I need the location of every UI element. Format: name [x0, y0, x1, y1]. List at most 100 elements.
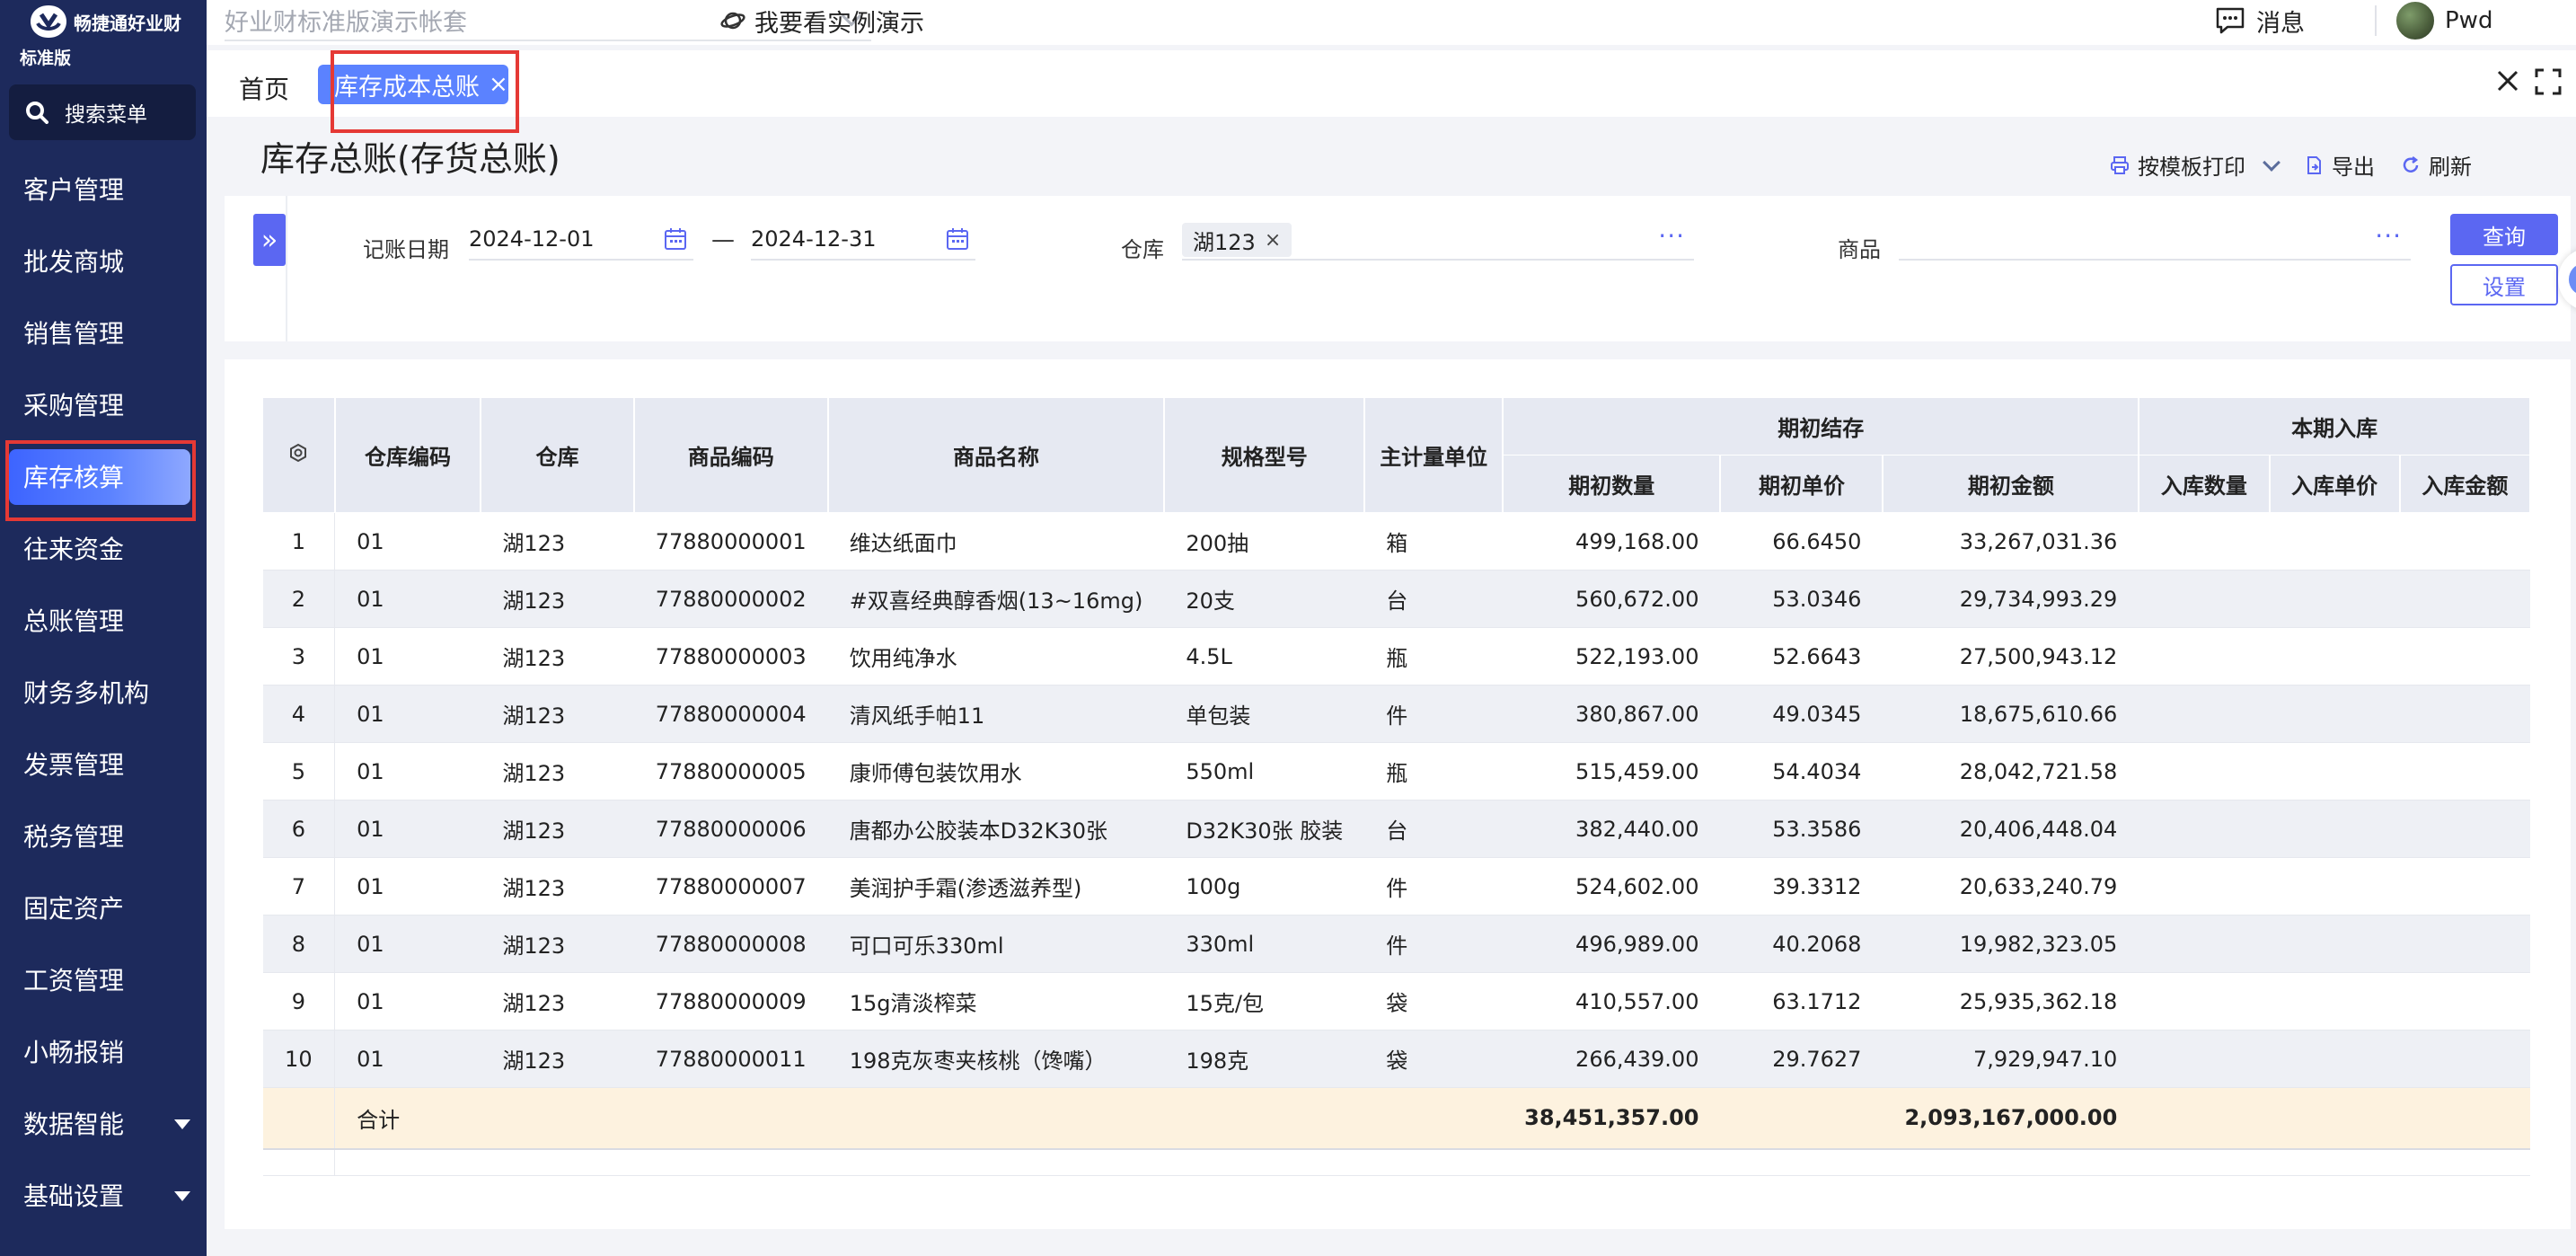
blank-cell	[1503, 1148, 1721, 1176]
search-menu-label: 搜索菜单	[65, 103, 147, 127]
cell-inbound-empty	[2139, 800, 2270, 858]
tab-home[interactable]: 首页	[239, 70, 289, 106]
cell-opening-qty: 499,168.00	[1503, 512, 1721, 571]
date-from-input[interactable]: 2024-12-01	[469, 219, 693, 261]
warehouse-input[interactable]: 湖123 × ···	[1182, 219, 1694, 261]
sidebar-item-invoice[interactable]: 发票管理	[0, 728, 207, 800]
close-icon[interactable]	[2492, 65, 2524, 97]
export-button[interactable]: 导出	[2303, 149, 2375, 181]
sidebar-item-fixed-assets[interactable]: 固定资产	[0, 871, 207, 943]
calendar-icon[interactable]	[945, 226, 970, 252]
header-warehouse[interactable]: 仓库	[480, 397, 635, 513]
sidebar-item-data-intel[interactable]: 数据智能	[0, 1087, 207, 1159]
header-inbound-price[interactable]: 入库单价	[2269, 455, 2401, 513]
header-opening-qty[interactable]: 期初数量	[1502, 455, 1722, 513]
search-menu-button[interactable]: 搜索菜单	[9, 84, 196, 140]
sidebar-item-purchase[interactable]: 采购管理	[0, 368, 207, 440]
sidebar-item-basic-settings[interactable]: 基础设置	[0, 1159, 207, 1231]
cell-opening-price: 66.6450	[1720, 512, 1883, 571]
settings-button[interactable]: 设置	[2450, 264, 2558, 305]
sidebar-item-multi-org[interactable]: 财务多机构	[0, 656, 207, 728]
header-unit[interactable]: 主计量单位	[1363, 397, 1504, 513]
table-row[interactable]: 9 01 湖123 77880000009 15g清淡榨菜 15克/包袋 410,557.0…	[262, 972, 2530, 1030]
total-label: 合计	[334, 1087, 481, 1150]
header-goods-code[interactable]: 商品编码	[633, 397, 829, 513]
table-row[interactable]: 3 01 湖123 77880000003 饮用纯净水 4.5L 瓶 522,193.00 52…	[262, 627, 2530, 685]
print-template-button[interactable]: 按模板打印	[2109, 149, 2280, 181]
cell-opening-amount: 33,267,031.36	[1883, 512, 2139, 571]
more-options-icon[interactable]: ···	[1658, 221, 1685, 251]
header-opening-amount[interactable]: 期初金额	[1882, 455, 2140, 513]
table-row[interactable]: 5 01 湖123 77880000005 康师傅包装饮用水 550ml 瓶 515,459.…	[262, 742, 2530, 800]
sidebar-item-label: 固定资产	[23, 894, 125, 924]
total-empty	[2139, 1087, 2270, 1150]
table-row[interactable]: 10 01 湖123 77880000011 198克灰枣夹核桃（馋嘴） 198克袋 266…	[262, 1030, 2530, 1088]
cell-goods-name: 维达纸面巾	[827, 512, 1165, 571]
cell-goods-code: 77880000005	[633, 742, 828, 800]
cell-inbound-empty	[2139, 915, 2270, 973]
demo-link[interactable]: 我要看实例演示	[720, 0, 924, 41]
gear-icon[interactable]	[287, 442, 309, 464]
sidebar-item-wholesale[interactable]: 批发商城	[0, 225, 207, 296]
expand-filter-button[interactable]: »	[253, 214, 286, 266]
sidebar-item-payroll[interactable]: 工资管理	[0, 943, 207, 1015]
user-menu[interactable]: Pwd	[2375, 0, 2492, 41]
cell-spec: 15克/包	[1164, 972, 1365, 1030]
message-icon	[2216, 7, 2245, 34]
cell-spec: D32K30张 胶装	[1164, 800, 1365, 858]
table-row[interactable]: 7 01 湖123 77880000007 美润护手霜(渗透滋养型) 100g 件 524,6…	[262, 857, 2530, 915]
calendar-icon[interactable]	[663, 226, 688, 252]
cell-spec: 330ml	[1164, 915, 1365, 973]
cell-inbound-empty	[2139, 570, 2270, 628]
sidebar-item-label: 客户管理	[23, 175, 125, 205]
sidebar-item-label: 销售管理	[23, 319, 125, 349]
filter-panel: » 记账日期 2024-12-01 — 2024-12-31 仓库 湖123 ×…	[225, 196, 2571, 341]
date-to-value: 2024-12-31	[751, 226, 877, 252]
more-options-icon[interactable]: ···	[2375, 221, 2402, 251]
query-button[interactable]: 查询	[2450, 214, 2558, 255]
date-to-input[interactable]: 2024-12-31	[751, 219, 975, 261]
cell-warehouse: 湖123	[481, 570, 634, 628]
messages-button[interactable]: 消息	[2215, 0, 2305, 41]
cell-opening-price: 29.7627	[1720, 1030, 1883, 1088]
header-inbound-qty[interactable]: 入库数量	[2138, 455, 2271, 513]
table-row[interactable]: 8 01 湖123 77880000008 可口可乐330ml 330ml 件 496,989…	[262, 915, 2530, 973]
sidebar-item-sales[interactable]: 销售管理	[0, 296, 207, 368]
header-group-opening: 期初结存	[1502, 397, 2140, 456]
header-goods-name[interactable]: 商品名称	[827, 397, 1166, 513]
sidebar-item-tax[interactable]: 税务管理	[0, 800, 207, 871]
row-index: 4	[262, 685, 336, 743]
cell-inbound-empty	[2399, 972, 2530, 1030]
refresh-button[interactable]: 刷新	[2400, 149, 2472, 181]
sidebar-item-ledger[interactable]: 总账管理	[0, 584, 207, 656]
header-warehouse-code[interactable]: 仓库编码	[334, 397, 482, 513]
sidebar-item-funds[interactable]: 往来资金	[0, 512, 207, 584]
cell-goods-name: 15g清淡榨菜	[827, 972, 1165, 1030]
cell-warehouse: 湖123	[481, 972, 634, 1030]
sidebar-item-customer[interactable]: 客户管理	[0, 153, 207, 225]
refresh-label: 刷新	[2429, 155, 2472, 180]
blank-cell	[1164, 1148, 1365, 1176]
cell-unit: 瓶	[1364, 742, 1504, 800]
sidebar-item-expense[interactable]: 小畅报销	[0, 1015, 207, 1087]
cell-goods-name: 清风纸手帕11	[827, 685, 1165, 743]
cell-opening-qty: 410,557.00	[1503, 972, 1721, 1030]
row-index: 8	[262, 915, 336, 973]
cell-opening-price: 40.2068	[1720, 915, 1883, 973]
header-inbound-amount[interactable]: 入库金额	[2399, 455, 2531, 513]
header-spec[interactable]: 规格型号	[1163, 397, 1366, 513]
fullscreen-icon[interactable]	[2533, 66, 2563, 97]
warehouse-chip-label: 湖123	[1193, 229, 1256, 255]
table-row[interactable]: 4 01 湖123 77880000004 清风纸手帕11 单包装件 380,867.00 4…	[262, 685, 2530, 743]
column-settings-header[interactable]	[262, 397, 336, 513]
header-opening-price[interactable]: 期初单价	[1719, 455, 1884, 513]
app-logo[interactable]: 畅捷通好业财 标准版	[18, 0, 207, 72]
goods-input[interactable]: ···	[1899, 219, 2411, 261]
cell-inbound-empty	[2139, 685, 2270, 743]
total-empty	[633, 1087, 828, 1150]
table-row[interactable]: 2 01 湖123 77880000002 #双喜经典醇香烟(13~16mg) 20支台 5…	[262, 570, 2530, 628]
chevron-down-icon[interactable]	[2263, 153, 2280, 172]
table-row[interactable]: 6 01 湖123 77880000006 唐都办公胶装本D32K30张 D32K30张 …	[262, 800, 2530, 858]
table-row[interactable]: 1 01 湖123 77880000001 维达纸面巾 200抽箱 499,168.00 66…	[262, 512, 2530, 571]
chip-remove-icon[interactable]: ×	[1265, 229, 1281, 252]
